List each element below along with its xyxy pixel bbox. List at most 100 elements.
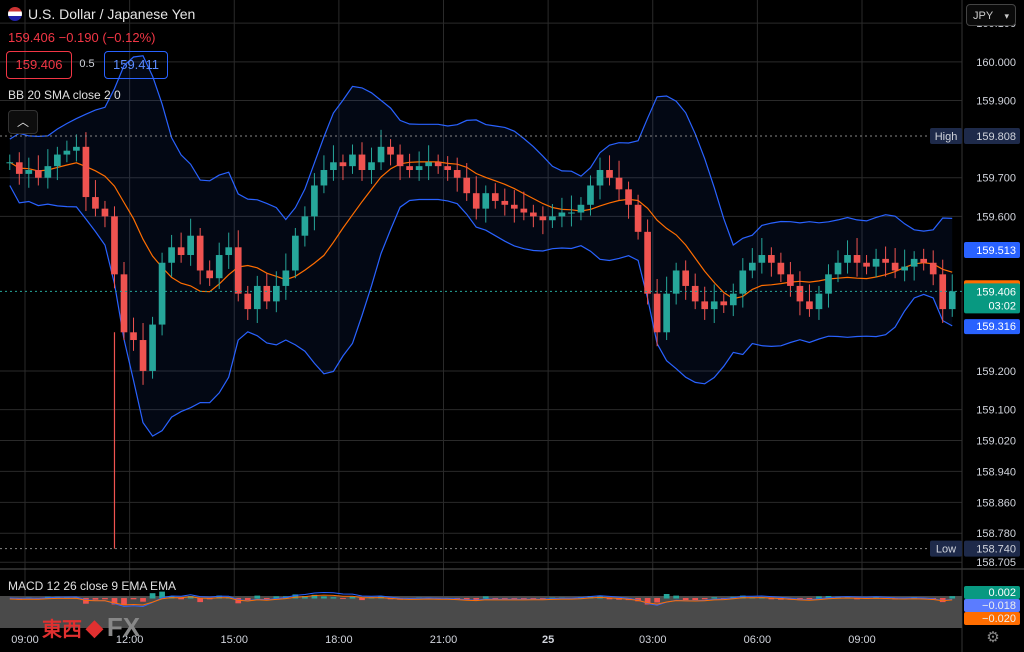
macd-value-label: −0.018 <box>982 600 1016 612</box>
price-chart[interactable]: 160.100160.000159.900159.700159.600159.2… <box>0 0 1024 652</box>
candle-body <box>472 193 480 209</box>
macd-histogram-bar <box>92 598 99 600</box>
logo-cjk: 東西 <box>42 617 82 641</box>
x-tick-label: 06:00 <box>744 634 772 646</box>
candle-body <box>520 208 528 213</box>
candle-body <box>853 255 861 263</box>
time-axis: 09:00 12:00 15:00 18:00 21:00 25 03:00 06:00 09:… <box>11 634 876 646</box>
candle-body <box>663 293 670 333</box>
candle-body <box>453 170 461 178</box>
spread-value: 0.5 <box>79 58 95 70</box>
macd-histogram-bar <box>102 598 108 600</box>
candle-body <box>701 301 709 310</box>
candle-body <box>844 255 851 263</box>
candle-body <box>206 270 214 279</box>
y-tick-label: 158.860 <box>976 497 1016 509</box>
candle-body <box>168 247 175 263</box>
symbol-title[interactable]: U.S. Dollar / Japanese Yen <box>8 6 195 22</box>
candle-body <box>63 150 71 155</box>
y-tick-label: 158.780 <box>976 528 1016 540</box>
sell-button[interactable]: 159.406 <box>6 51 72 79</box>
low-price-label-caption: Low <box>936 544 956 556</box>
candle-body <box>234 247 242 294</box>
candle-body <box>720 301 728 306</box>
candle-body <box>415 166 423 171</box>
candle-body <box>196 235 204 271</box>
candle-body <box>910 258 918 267</box>
candle-body <box>149 324 156 371</box>
candle-body <box>301 216 309 236</box>
candle-body <box>634 204 642 232</box>
candle-body <box>387 146 394 155</box>
candle-body <box>25 170 33 174</box>
candle-body <box>748 262 756 271</box>
candle-body <box>215 255 223 279</box>
macd-label[interactable]: MACD 12 26 close 9 EMA EMA <box>8 579 176 593</box>
chevron-down-icon: ▾ <box>1004 11 1009 21</box>
candle-body <box>672 270 680 294</box>
candle-body <box>396 154 404 167</box>
candle-body <box>368 162 375 171</box>
buy-button[interactable]: 159.411 <box>104 51 168 79</box>
candle-body <box>482 193 490 209</box>
currency-select[interactable]: JPY ▾ <box>966 4 1016 26</box>
candle-body <box>625 189 632 205</box>
candle-body <box>777 262 785 275</box>
candle-body <box>54 154 61 167</box>
bollinger-bands <box>9 55 953 437</box>
candle-body <box>139 340 147 371</box>
chevron-up-icon[interactable]: ︿ <box>8 110 38 134</box>
candle-body <box>863 262 870 267</box>
y-tick-label: 159.700 <box>976 173 1016 185</box>
candle-body <box>15 162 23 174</box>
gear-icon[interactable]: ⚙ <box>985 630 1001 646</box>
high-price-label: 159.808 <box>976 131 1016 143</box>
us-flag-icon <box>8 7 22 21</box>
candle-body <box>691 285 699 302</box>
candle-body <box>253 285 261 310</box>
countdown-label: 03:02 <box>988 300 1016 312</box>
macd-histogram-bar <box>692 598 699 601</box>
macd-histogram-bar <box>501 598 508 599</box>
quote-line: 159.406 −0.190 (−0.12%) <box>8 30 156 45</box>
candle-body <box>568 212 575 214</box>
candle-body <box>739 270 747 294</box>
candle-body <box>491 193 499 201</box>
candle-body <box>244 293 252 310</box>
x-tick-label: 09:00 <box>848 634 876 646</box>
macd-histogram-bar <box>682 598 689 601</box>
logo-mark-icon: ◆ <box>86 614 103 640</box>
candle-body <box>101 208 109 217</box>
x-tick-label: 21:00 <box>430 634 458 646</box>
candle-body <box>444 166 452 171</box>
last-price: 159.406 <box>8 30 55 45</box>
bb-lower-label: 159.316 <box>976 321 1016 333</box>
candle-body <box>872 258 880 267</box>
logo-fx: FX <box>106 612 141 642</box>
candle-body <box>558 212 566 217</box>
candle-body <box>615 177 623 190</box>
x-tick-label: 18:00 <box>325 634 353 646</box>
candle-body <box>768 255 775 263</box>
candle-body <box>111 216 118 275</box>
low-price-label: 158.740 <box>976 544 1016 556</box>
x-tick-label: 09:00 <box>11 634 39 646</box>
candle-body <box>292 235 299 271</box>
candle-body <box>406 166 413 171</box>
macd-histogram-bar <box>149 593 156 599</box>
candle-body <box>434 162 442 167</box>
macd-histogram-bar <box>949 596 956 599</box>
candle-body <box>920 258 928 263</box>
candle-body <box>530 212 537 217</box>
macd-histogram-bar <box>140 598 146 602</box>
brand-logo: 東西 ◆ FX <box>42 612 140 643</box>
candle-body <box>787 274 794 286</box>
candle-body <box>682 270 690 286</box>
candle-body <box>825 274 832 294</box>
macd-histogram-bar <box>654 598 660 603</box>
x-tick-label: 15:00 <box>220 634 248 646</box>
macd-histogram-bar <box>321 596 327 599</box>
macd-histogram-bar <box>673 595 680 599</box>
candle-body <box>320 170 328 186</box>
indicator-label[interactable]: BB 20 SMA close 2 0 <box>8 88 121 102</box>
